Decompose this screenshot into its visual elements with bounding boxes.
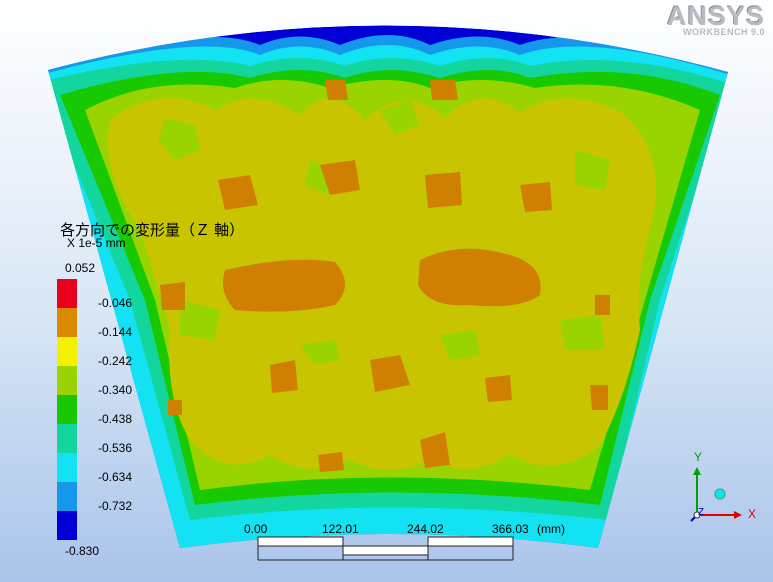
x-axis-label: X: [748, 507, 757, 521]
scale-unit: (mm): [537, 522, 565, 536]
legend-swatch-4: [57, 395, 77, 424]
scale-tick-label: 366.03: [492, 522, 529, 536]
legend-level: -0.634: [98, 470, 133, 484]
scale-tick-label: 0.00: [244, 522, 268, 536]
legend-level: -0.438: [98, 412, 133, 426]
legend-level: -0.536: [98, 441, 133, 455]
legend-level: -0.144: [98, 325, 133, 339]
legend-swatch-5: [57, 424, 77, 453]
z-axis-label: Z: [698, 507, 705, 518]
island-orange: [595, 295, 610, 315]
island-orange: [318, 452, 344, 472]
island-orange: [168, 400, 182, 415]
legend-swatch-2: [57, 337, 77, 366]
legend-swatch-6: [57, 453, 77, 482]
island-orange: [430, 80, 458, 100]
legend-level: -0.046: [98, 296, 133, 310]
island-orange: [520, 182, 552, 212]
island-orange: [590, 385, 608, 410]
triad-sphere: [714, 488, 726, 500]
deformation-contour-plot: [48, 25, 728, 548]
legend-swatch-0: [57, 279, 77, 308]
logo-brand: ANSYS: [666, 1, 765, 31]
y-axis-label: Y: [694, 450, 703, 464]
legend-level: -0.340: [98, 383, 133, 397]
legend-max-value: 0.052: [65, 261, 96, 275]
island-orange: [425, 172, 462, 208]
legend-swatch-1: [57, 308, 77, 337]
island-orange: [222, 259, 345, 312]
legend-swatch-8: [57, 511, 77, 540]
island-orange: [325, 80, 348, 100]
island-orange: [160, 282, 185, 310]
legend-level: -0.732: [98, 499, 133, 513]
scale-tick-label: 244.02: [407, 522, 444, 536]
axis-triad[interactable]: Y X Z: [680, 445, 770, 535]
legend-swatch-3: [57, 366, 77, 395]
y-axis-arrowhead: [693, 467, 701, 475]
x-axis-arrowhead: [734, 511, 742, 519]
legend-level: -0.242: [98, 354, 133, 368]
legend-unit: X 1e-5 mm: [67, 236, 126, 250]
model-viewport[interactable]: ANSYS WORKBENCH 9.0 各方向での変形量（Ｚ 軸） X 1e-5…: [0, 0, 773, 582]
legend-min-value: -0.830: [65, 544, 100, 558]
ansys-logo: ANSYS WORKBENCH 9.0: [667, 2, 765, 37]
island-yellow-green: [560, 315, 605, 350]
scale-tick-label: 122.01: [322, 522, 359, 536]
island-orange: [270, 360, 298, 393]
island-orange: [485, 375, 512, 402]
legend-swatch-7: [57, 482, 77, 511]
